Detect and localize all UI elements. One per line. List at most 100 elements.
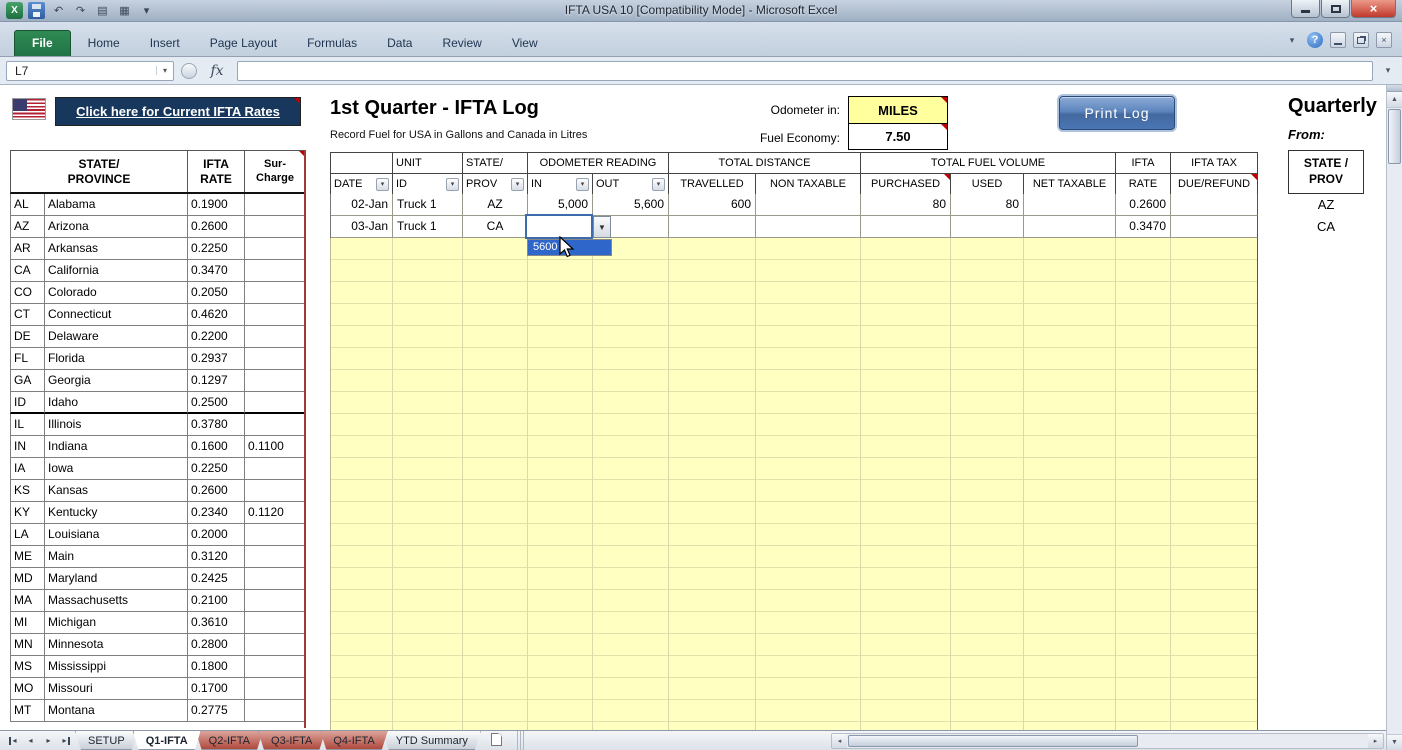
surcharge-cell[interactable] xyxy=(245,216,305,238)
surcharge-cell[interactable] xyxy=(245,656,305,678)
empty-column[interactable] xyxy=(593,238,669,730)
state-code-cell[interactable]: CT xyxy=(10,304,45,326)
sheet-tab-q3-ifta[interactable]: Q3-IFTA xyxy=(258,731,325,750)
header-date[interactable]: DATE▾ xyxy=(331,174,393,195)
header-prov[interactable]: PROV▾ xyxy=(463,174,528,195)
chevron-down-icon[interactable]: ▾ xyxy=(1284,32,1300,48)
filter-dropdown-icon[interactable]: ▾ xyxy=(652,178,665,191)
state-code-cell[interactable]: LA xyxy=(10,524,45,546)
surcharge-cell[interactable] xyxy=(245,370,305,392)
state-name-cell[interactable]: Arizona xyxy=(45,216,188,238)
surcharge-cell[interactable] xyxy=(245,678,305,700)
workbook-restore-icon[interactable] xyxy=(1353,32,1369,48)
log-cell-net-taxable[interactable] xyxy=(1024,216,1116,238)
state-code-cell[interactable]: MD xyxy=(10,568,45,590)
log-cell-out[interactable]: 5,600 xyxy=(593,194,669,216)
ifta-rate-cell[interactable]: 0.3470 xyxy=(188,260,245,282)
state-name-cell[interactable]: Florida xyxy=(45,348,188,370)
split-handle[interactable] xyxy=(1387,85,1402,92)
customize-arrow-icon[interactable]: ▾ xyxy=(138,2,155,19)
empty-column[interactable] xyxy=(528,238,593,730)
quarter-state-value[interactable]: AZ xyxy=(1288,194,1364,216)
ifta-rate-cell[interactable]: 0.3120 xyxy=(188,546,245,568)
header-id[interactable]: ID▾ xyxy=(393,174,463,195)
state-code-cell[interactable]: ID xyxy=(10,392,45,414)
log-cell-travelled[interactable] xyxy=(669,216,756,238)
surcharge-cell[interactable] xyxy=(245,612,305,634)
header-purchased[interactable]: PURCHASED xyxy=(861,174,951,195)
log-cell-tax[interactable] xyxy=(1171,216,1258,238)
empty-column[interactable] xyxy=(331,238,393,730)
header-travelled[interactable]: TRAVELLED xyxy=(669,174,756,195)
ifta-rate-cell[interactable]: 0.1800 xyxy=(188,656,245,678)
empty-column[interactable] xyxy=(756,238,861,730)
log-cell-unit[interactable]: Truck 1 xyxy=(393,216,463,238)
print-icon[interactable]: ▤ xyxy=(94,2,111,19)
state-name-cell[interactable]: Illinois xyxy=(45,414,188,436)
surcharge-cell[interactable] xyxy=(245,282,305,304)
ifta-rate-cell[interactable]: 0.1900 xyxy=(188,194,245,216)
excel-logo-icon[interactable]: X xyxy=(6,2,23,19)
header-ifta-tax[interactable]: IFTA TAX xyxy=(1171,153,1258,174)
surcharge-cell[interactable] xyxy=(245,238,305,260)
ifta-rate-cell[interactable]: 0.3610 xyxy=(188,612,245,634)
log-cell-used[interactable] xyxy=(951,216,1024,238)
log-cell-non-taxable[interactable] xyxy=(756,194,861,216)
state-name-cell[interactable]: Main xyxy=(45,546,188,568)
first-sheet-icon[interactable]: ◂ xyxy=(5,733,20,748)
surcharge-cell[interactable] xyxy=(245,414,305,436)
surcharge-cell[interactable] xyxy=(245,480,305,502)
ifta-rate-cell[interactable]: 0.2600 xyxy=(188,480,245,502)
state-code-cell[interactable]: KY xyxy=(10,502,45,524)
scroll-right-icon[interactable]: ▸ xyxy=(1368,734,1383,748)
header-fuel-group[interactable]: TOTAL FUEL VOLUME xyxy=(861,153,1116,174)
header-surcharge[interactable]: Sur- Charge xyxy=(245,151,305,192)
ribbon-tab-insert[interactable]: Insert xyxy=(137,31,193,56)
ribbon-tab-view[interactable]: View xyxy=(499,31,551,56)
scroll-up-icon[interactable]: ▲ xyxy=(1387,92,1402,108)
log-cell-purchased[interactable] xyxy=(861,216,951,238)
ifta-rate-cell[interactable]: 0.2000 xyxy=(188,524,245,546)
ifta-rate-cell[interactable]: 0.2775 xyxy=(188,700,245,722)
log-cell-state[interactable]: AZ xyxy=(463,194,528,216)
ifta-rate-cell[interactable]: 0.2937 xyxy=(188,348,245,370)
state-name-cell[interactable]: Iowa xyxy=(45,458,188,480)
name-box[interactable]: L7 ▾ xyxy=(6,61,174,81)
surcharge-cell[interactable] xyxy=(245,568,305,590)
horizontal-scroll-track[interactable] xyxy=(1139,734,1368,748)
formula-bar-expand-icon[interactable]: ▾ xyxy=(1380,65,1396,76)
state-code-cell[interactable]: AR xyxy=(10,238,45,260)
close-button[interactable]: × xyxy=(1351,0,1396,18)
empty-column[interactable] xyxy=(463,238,528,730)
header-due-refund[interactable]: DUE/REFUND xyxy=(1171,174,1258,195)
insert-worksheet-button[interactable] xyxy=(491,733,509,749)
log-cell-unit[interactable]: Truck 1 xyxy=(393,194,463,216)
vertical-scrollbar[interactable]: ▲ ▼ xyxy=(1386,85,1402,750)
minimize-button[interactable] xyxy=(1291,0,1320,18)
ifta-rate-cell[interactable]: 0.2200 xyxy=(188,326,245,348)
state-name-cell[interactable]: Kansas xyxy=(45,480,188,502)
maximize-button[interactable] xyxy=(1321,0,1350,18)
sheet-tab-q4-ifta[interactable]: Q4-IFTA xyxy=(320,731,387,750)
ifta-rate-cell[interactable]: 0.2340 xyxy=(188,502,245,524)
state-name-cell[interactable]: Indiana xyxy=(45,436,188,458)
state-code-cell[interactable]: MT xyxy=(10,700,45,722)
ribbon-tab-page-layout[interactable]: Page Layout xyxy=(197,31,290,56)
odometer-unit-cell[interactable]: MILES xyxy=(848,96,948,124)
sheet-tab-setup[interactable]: SETUP xyxy=(75,731,138,750)
surcharge-cell[interactable] xyxy=(245,546,305,568)
insert-function-button[interactable] xyxy=(181,63,197,79)
cell-dropdown-button[interactable]: ▼ xyxy=(593,216,611,238)
ifta-rate-cell[interactable]: 0.1600 xyxy=(188,436,245,458)
header-odometer-out[interactable]: OUT▾ xyxy=(593,174,669,195)
save-icon[interactable] xyxy=(28,2,45,19)
ribbon-tab-home[interactable]: Home xyxy=(75,31,133,56)
ribbon-tab-formulas[interactable]: Formulas xyxy=(294,31,370,56)
ifta-rate-cell[interactable]: 0.2800 xyxy=(188,634,245,656)
state-name-cell[interactable]: Arkansas xyxy=(45,238,188,260)
next-sheet-icon[interactable]: ▸ xyxy=(41,733,56,748)
state-name-cell[interactable]: Mississippi xyxy=(45,656,188,678)
ifta-rate-cell[interactable]: 0.1297 xyxy=(188,370,245,392)
state-code-cell[interactable]: DE xyxy=(10,326,45,348)
log-cell-net-taxable[interactable] xyxy=(1024,194,1116,216)
